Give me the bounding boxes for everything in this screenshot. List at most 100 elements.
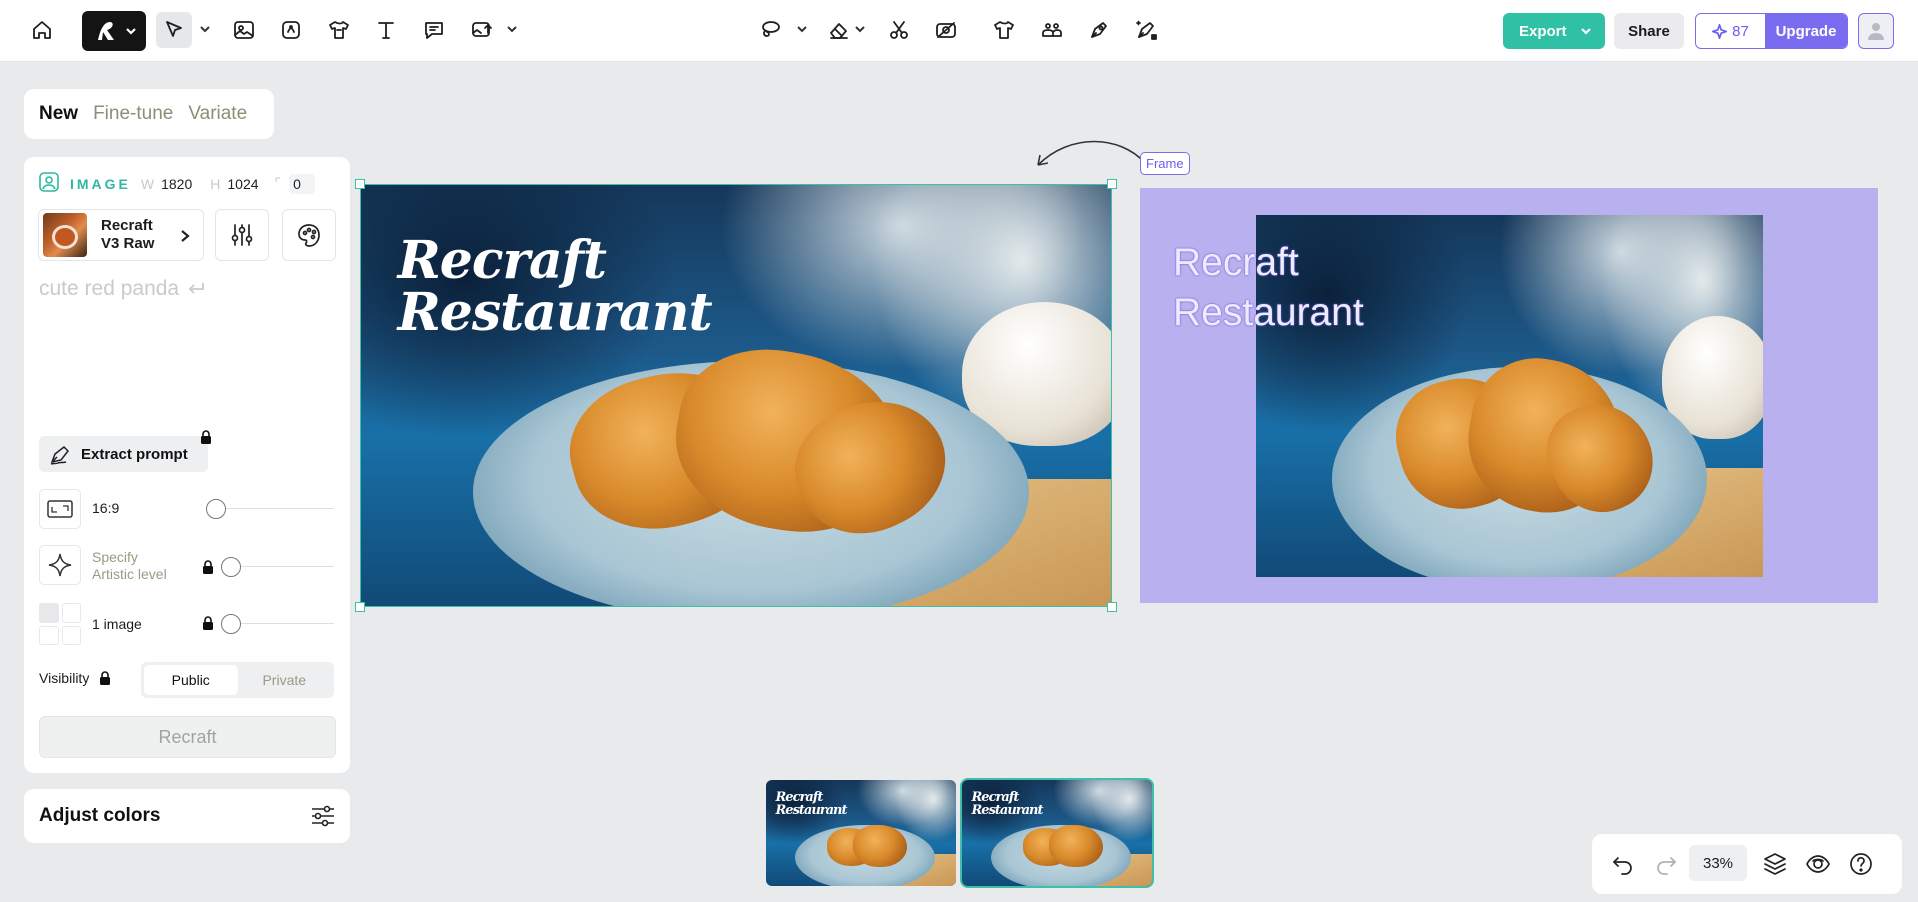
undo-icon[interactable] [1610, 851, 1636, 877]
lock-icon [202, 560, 214, 574]
tshirt-icon[interactable] [986, 12, 1022, 48]
image-type-label: IMAGE [70, 175, 131, 192]
palette-icon [298, 224, 320, 247]
extract-prompt-label: Extract prompt [81, 445, 188, 463]
aspect-ratio-icon[interactable] [39, 489, 81, 529]
scissors-icon[interactable] [881, 12, 917, 48]
adjust-colors-panel[interactable]: Adjust colors [24, 789, 350, 843]
model-thumbnail [43, 213, 87, 257]
artistic-level-icon[interactable] [39, 545, 81, 585]
chevron-down-icon[interactable] [853, 22, 867, 36]
height-input[interactable]: 1024 [227, 176, 258, 192]
thumb-title-text: Recraft Restaurant [775, 789, 848, 817]
select-tool-icon[interactable] [156, 12, 192, 48]
width-input[interactable]: 1820 [161, 176, 192, 192]
pen-nib-icon[interactable] [1081, 12, 1117, 48]
slider-knob[interactable] [221, 557, 241, 577]
tab-variate[interactable]: Variate [188, 103, 247, 125]
width-label: W [140, 175, 155, 192]
layers-icon[interactable] [1762, 851, 1788, 877]
slider-knob[interactable] [206, 499, 226, 519]
selection-frame[interactable] [360, 184, 1112, 607]
chevron-down-icon[interactable] [505, 22, 519, 36]
mockup-tshirt-icon[interactable] [321, 12, 357, 48]
thumb-title-text: Recraft Restaurant [971, 789, 1044, 818]
image-type-icon[interactable] [38, 171, 60, 196]
export-label: Export [1519, 22, 1567, 40]
credits-count[interactable]: 87 [1696, 14, 1765, 48]
zoom-level[interactable]: 33% [1689, 845, 1747, 881]
sliders-icon [231, 224, 253, 246]
generation-panel: IMAGE W 1820 H 1024 ⌜ 0 Recraft V3 Raw c… [24, 157, 350, 773]
chevron-down-icon [124, 24, 138, 43]
help-icon[interactable] [1848, 851, 1874, 877]
thumbnail-2[interactable]: Recraft Restaurant [960, 778, 1154, 888]
model-selector[interactable]: Recraft V3 Raw [38, 209, 204, 261]
user-icon [1868, 23, 1884, 40]
thumb-title-line-1: Recraft [775, 789, 824, 805]
home-icon[interactable] [24, 12, 60, 48]
visibility-toggle: Public Private [141, 662, 334, 698]
upgrade-button[interactable]: Upgrade [1765, 14, 1847, 48]
artistic-level-label: Specify Artistic level [92, 549, 167, 582]
chevron-down-icon [1579, 24, 1593, 42]
image-count-slider[interactable] [221, 614, 334, 634]
adjust-sliders-icon[interactable] [310, 804, 336, 833]
visibility-public-option[interactable]: Public [144, 665, 238, 695]
lock-icon [202, 616, 214, 630]
recraft-logo-button[interactable] [82, 11, 146, 51]
extract-prompt-button[interactable]: Extract prompt [39, 436, 208, 472]
tab-new[interactable]: New [39, 103, 78, 125]
visibility-private-option[interactable]: Private [238, 665, 332, 695]
enter-icon [188, 283, 205, 294]
people-icon[interactable] [1034, 12, 1070, 48]
curved-arrow-icon [1037, 140, 1146, 166]
resize-handle[interactable] [355, 602, 365, 612]
prompt-placeholder: cute red panda [39, 277, 180, 300]
thumb-title-line-2: Restaurant [971, 802, 1044, 818]
text-icon[interactable] [368, 12, 404, 48]
credits-upgrade-group: 87 Upgrade [1695, 13, 1848, 49]
style-palette-button[interactable] [282, 209, 336, 261]
eraser-icon[interactable] [821, 12, 857, 48]
redo-icon[interactable] [1653, 851, 1679, 877]
settings-sliders-button[interactable] [215, 209, 269, 261]
frame-label-tag[interactable]: Frame [1140, 152, 1190, 175]
lock-icon [99, 671, 111, 685]
share-button[interactable]: Share [1614, 13, 1684, 49]
image-size-row: IMAGE W 1820 H 1024 ⌜ 0 [38, 171, 315, 196]
chevron-down-icon[interactable] [795, 22, 809, 36]
aspect-ratio-slider[interactable] [206, 499, 334, 519]
resize-handle[interactable] [1107, 179, 1117, 189]
adjust-colors-label: Adjust colors [39, 805, 161, 826]
thumb-title-line-1: Recraft [971, 789, 1020, 805]
image-icon[interactable] [226, 12, 262, 48]
thumbnail-1[interactable]: Recraft Restaurant [766, 780, 956, 886]
corner-radius-input[interactable]: 0 [289, 173, 315, 194]
slider-knob[interactable] [221, 614, 241, 634]
corner-radius-icon: ⌜ [274, 175, 282, 191]
tab-fine-tune[interactable]: Fine-tune [93, 103, 173, 125]
vector-icon[interactable] [273, 12, 309, 48]
mode-tabs: New Fine-tune Variate [24, 89, 274, 139]
sparkle-icon [1712, 23, 1728, 39]
image-upload-icon[interactable] [464, 12, 500, 48]
resize-handle[interactable] [355, 179, 365, 189]
lasso-icon[interactable] [752, 12, 788, 48]
model-name: Recraft V3 Raw [101, 217, 155, 252]
chat-icon[interactable] [416, 12, 452, 48]
top-toolbar: Export Share 87 Upgrade [0, 0, 1918, 62]
export-button[interactable]: Export [1503, 13, 1605, 49]
preview-eye-icon[interactable] [1805, 851, 1831, 877]
frame-title-text[interactable]: Recraft Restaurant [1173, 238, 1364, 338]
user-avatar[interactable] [1858, 13, 1894, 49]
bottom-toolbar: 33% [1592, 834, 1902, 894]
chevron-down-icon[interactable] [198, 22, 212, 36]
magic-pen-icon[interactable] [1128, 12, 1164, 48]
prompt-input[interactable]: cute red panda [39, 277, 205, 301]
resize-handle[interactable] [1107, 602, 1117, 612]
image-count-icon[interactable] [39, 603, 81, 645]
artistic-level-slider[interactable] [221, 557, 334, 577]
remove-background-icon[interactable] [928, 12, 964, 48]
recraft-generate-button[interactable]: Recraft [39, 716, 336, 758]
